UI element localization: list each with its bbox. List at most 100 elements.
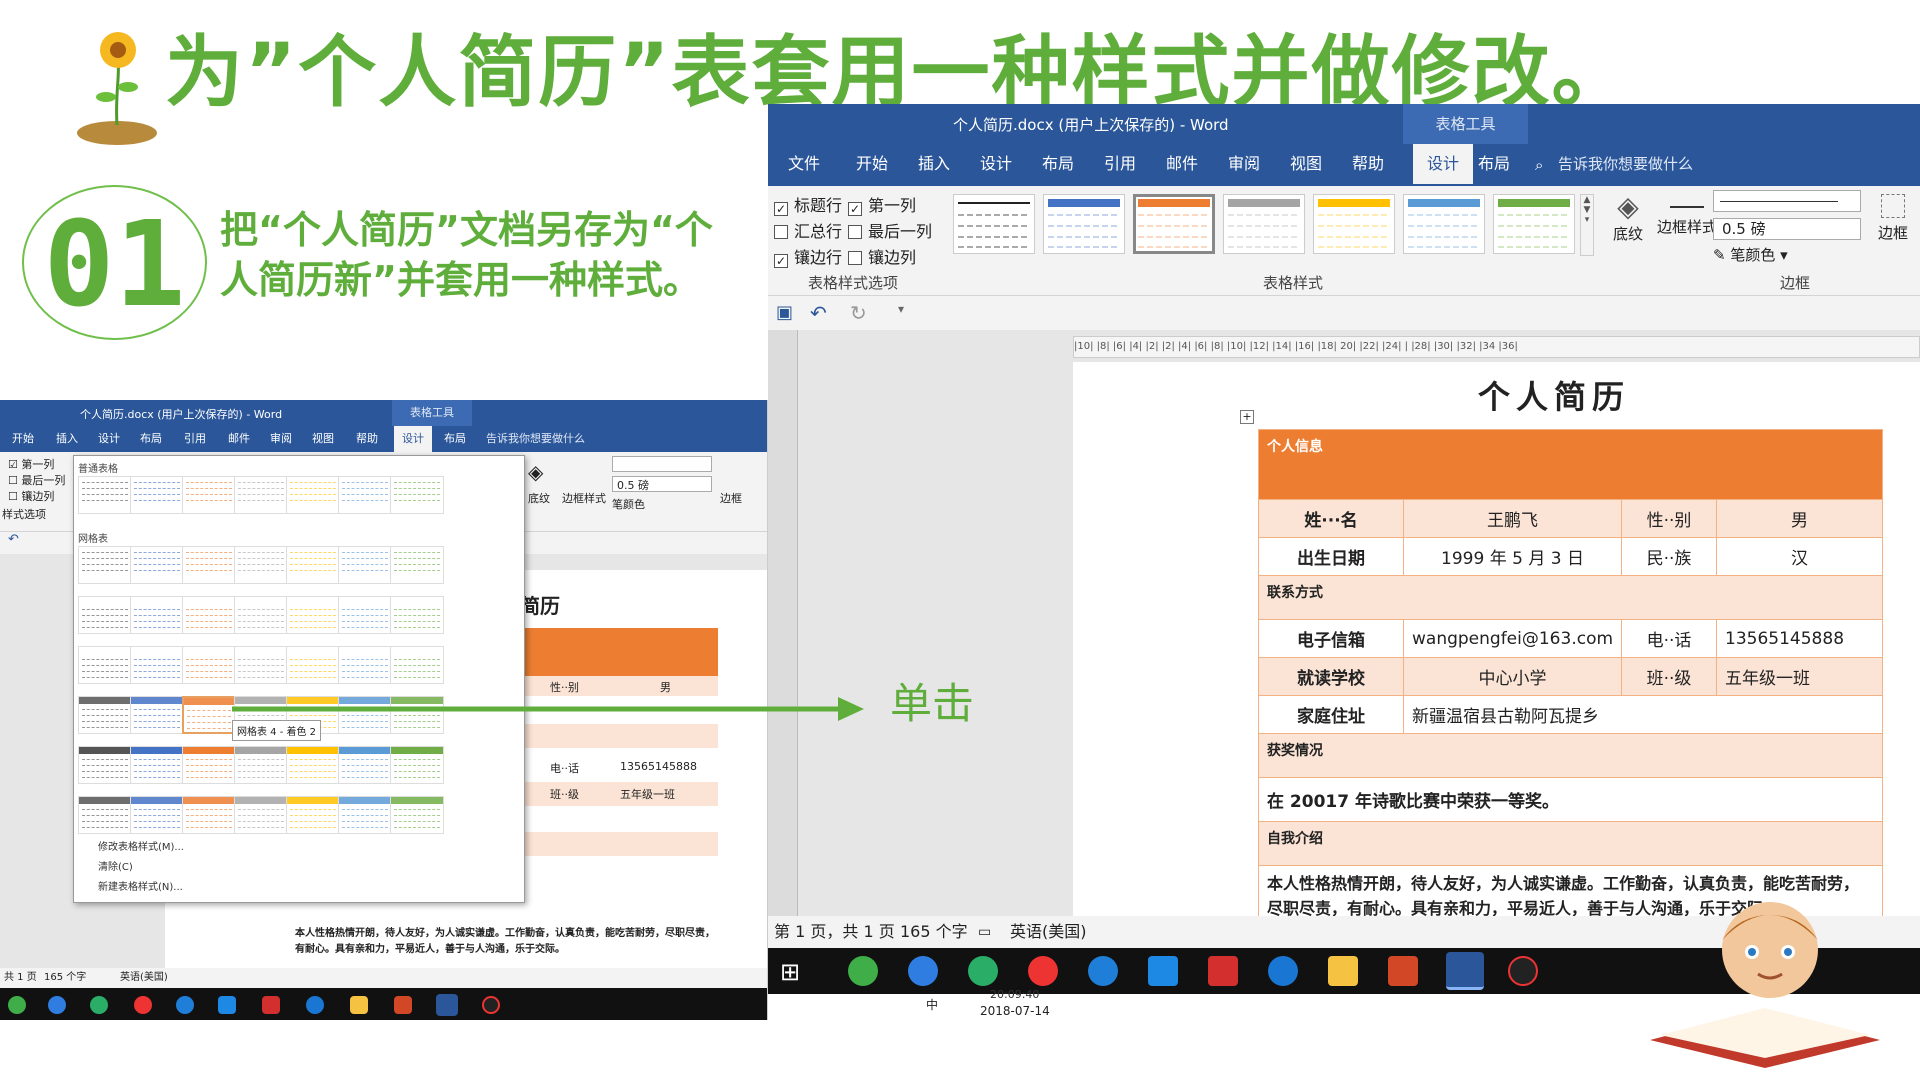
gallery-style-thumbnail[interactable] <box>130 796 184 834</box>
tab-design[interactable]: 设计 <box>980 144 1012 184</box>
tab-design-left[interactable]: 设计 <box>98 426 120 452</box>
table-cell[interactable]: 1999 年 5 月 3 日 <box>1402 537 1623 576</box>
tab-insert[interactable]: 插入 <box>918 144 950 184</box>
menu-modify-style[interactable]: 修改表格样式(M)... <box>98 838 184 853</box>
tab-layout-left[interactable]: 布局 <box>140 426 162 452</box>
gallery-style-thumbnail[interactable] <box>286 546 340 584</box>
gallery-style-thumbnail[interactable] <box>234 476 288 514</box>
table-style-green[interactable] <box>1493 194 1575 254</box>
gallery-style-thumbnail[interactable] <box>234 746 288 784</box>
table-cell[interactable]: 班··级 <box>1621 657 1718 696</box>
shading-label-left[interactable]: 底纹 <box>528 490 550 506</box>
tab-view[interactable]: 视图 <box>1290 144 1322 184</box>
table-cell[interactable]: 王鹏飞 <box>1402 499 1623 538</box>
tab-file[interactable]: 文件 <box>788 144 820 184</box>
proofing-icon[interactable]: ▭ <box>978 916 991 948</box>
table-cell[interactable]: 汉 <box>1716 537 1883 576</box>
table-style-gray[interactable] <box>1223 194 1305 254</box>
paint-bucket-icon[interactable]: ◈ <box>528 460 543 484</box>
gender-label-left[interactable]: 性··别 <box>550 679 579 695</box>
gallery-style-thumbnail[interactable] <box>78 696 132 734</box>
status-words-left[interactable]: 165 个字 <box>44 968 86 988</box>
chat-bubble-icon[interactable] <box>306 996 324 1014</box>
table-style-lightblue[interactable] <box>1403 194 1485 254</box>
table-cell[interactable]: 出生日期 <box>1258 537 1404 576</box>
baidu-netdisk-icon[interactable] <box>48 996 66 1014</box>
option-total-row[interactable]: 汇总行 <box>774 218 842 242</box>
option-banded-columns[interactable]: 镶边列 <box>848 244 916 268</box>
gallery-scroll-buttons[interactable]: ▲ ▼ ▾ <box>1580 194 1594 256</box>
tab-references[interactable]: 引用 <box>1104 144 1136 184</box>
gallery-style-thumbnail[interactable] <box>390 796 444 834</box>
gallery-style-thumbnail[interactable] <box>338 646 392 684</box>
pen-color-button[interactable]: ✎ 笔颜色 ▾ <box>1713 244 1788 265</box>
tab-help-left[interactable]: 帮助 <box>356 426 378 452</box>
gallery-style-thumbnail[interactable] <box>130 746 184 784</box>
gallery-style-thumbnail[interactable] <box>78 746 132 784</box>
gallery-style-thumbnail[interactable] <box>182 696 236 734</box>
menu-new-style[interactable]: 新建表格样式(N)... <box>98 878 183 893</box>
tab-view-left[interactable]: 视图 <box>312 426 334 452</box>
chat-bubble-icon[interactable] <box>1268 956 1298 986</box>
option-header-row[interactable]: ✓ 标题行 <box>774 192 842 216</box>
undo-icon[interactable]: ↶ <box>810 301 827 325</box>
status-language[interactable]: 英语(美国) <box>1010 916 1087 948</box>
gallery-style-thumbnail[interactable] <box>182 746 236 784</box>
360-browser-icon[interactable] <box>8 996 26 1014</box>
baidu-netdisk-icon[interactable] <box>908 956 938 986</box>
qq-icon[interactable] <box>134 996 152 1014</box>
table-style-black[interactable] <box>953 194 1035 254</box>
gallery-style-thumbnail[interactable] <box>130 546 184 584</box>
table-cell[interactable]: 电··话 <box>1621 619 1718 658</box>
gallery-style-thumbnail[interactable] <box>286 796 340 834</box>
gallery-style-thumbnail[interactable] <box>234 646 288 684</box>
gallery-style-thumbnail[interactable] <box>78 796 132 834</box>
pen-weight-dropdown[interactable]: 0.5 磅 <box>1713 218 1861 240</box>
gallery-style-thumbnail[interactable] <box>234 796 288 834</box>
360-browser-icon[interactable] <box>848 956 878 986</box>
table-section-cell[interactable]: 联系方式 <box>1258 575 1883 620</box>
tab-mailings[interactable]: 邮件 <box>1166 144 1198 184</box>
option-first-column-left[interactable]: ☑ 第一列 <box>8 456 54 472</box>
gallery-style-thumbnail[interactable] <box>78 596 132 634</box>
table-move-handle-icon[interactable]: + <box>1240 410 1254 424</box>
gallery-style-thumbnail[interactable] <box>234 546 288 584</box>
status-language-left[interactable]: 英语(美国) <box>120 968 168 988</box>
class-label-left[interactable]: 班··级 <box>550 786 579 802</box>
folder-icon[interactable] <box>1328 956 1358 986</box>
tab-table-design[interactable]: 设计 <box>1413 144 1474 184</box>
feishu-icon[interactable] <box>1148 956 1178 986</box>
gallery-style-thumbnail[interactable] <box>286 646 340 684</box>
redo-icon[interactable]: ↻ <box>850 301 867 325</box>
pen-weight-dropdown-left[interactable]: 0.5 磅 <box>612 476 712 492</box>
gallery-style-thumbnail[interactable] <box>78 546 132 584</box>
gallery-style-thumbnail[interactable] <box>130 476 184 514</box>
tray-ime[interactable]: 中 <box>926 996 938 1013</box>
gallery-style-thumbnail[interactable] <box>130 646 184 684</box>
gallery-style-thumbnail[interactable] <box>286 476 340 514</box>
tab-references-left[interactable]: 引用 <box>184 426 206 452</box>
table-cell[interactable]: 性··别 <box>1621 499 1718 538</box>
table-cell[interactable]: 民··族 <box>1621 537 1718 576</box>
tab-review[interactable]: 审阅 <box>1228 144 1260 184</box>
table-style-blue[interactable] <box>1043 194 1125 254</box>
powerpoint-icon[interactable] <box>394 996 412 1014</box>
gallery-style-thumbnail[interactable] <box>234 596 288 634</box>
option-last-column-left[interactable]: ☐ 最后一列 <box>8 472 65 488</box>
border-styles-label-left[interactable]: 边框样式 <box>562 490 606 506</box>
option-first-column[interactable]: ✓ 第一列 <box>848 192 916 216</box>
option-banded-rows[interactable]: ✓ 镶边行 <box>774 244 842 268</box>
search-icon[interactable]: ⌕ <box>1535 156 1543 174</box>
table-cell[interactable]: 姓···名 <box>1258 499 1404 538</box>
pen-color-left[interactable]: 笔颜色 <box>612 496 645 512</box>
gallery-style-thumbnail[interactable] <box>338 796 392 834</box>
menu-clear[interactable]: 清除(C) <box>98 858 133 873</box>
wechat-icon[interactable] <box>90 996 108 1014</box>
gallery-style-thumbnail[interactable] <box>338 596 392 634</box>
table-cell[interactable]: 电子信箱 <box>1258 619 1404 658</box>
tab-home-left[interactable]: 开始 <box>12 426 34 452</box>
tab-table-design-left[interactable]: 设计 <box>394 426 432 452</box>
status-page[interactable]: 第 1 页，共 1 页 <box>774 916 895 948</box>
customize-qat-icon[interactable]: ▾ <box>898 302 904 316</box>
status-page-left[interactable]: 共 1 页 <box>4 968 37 988</box>
